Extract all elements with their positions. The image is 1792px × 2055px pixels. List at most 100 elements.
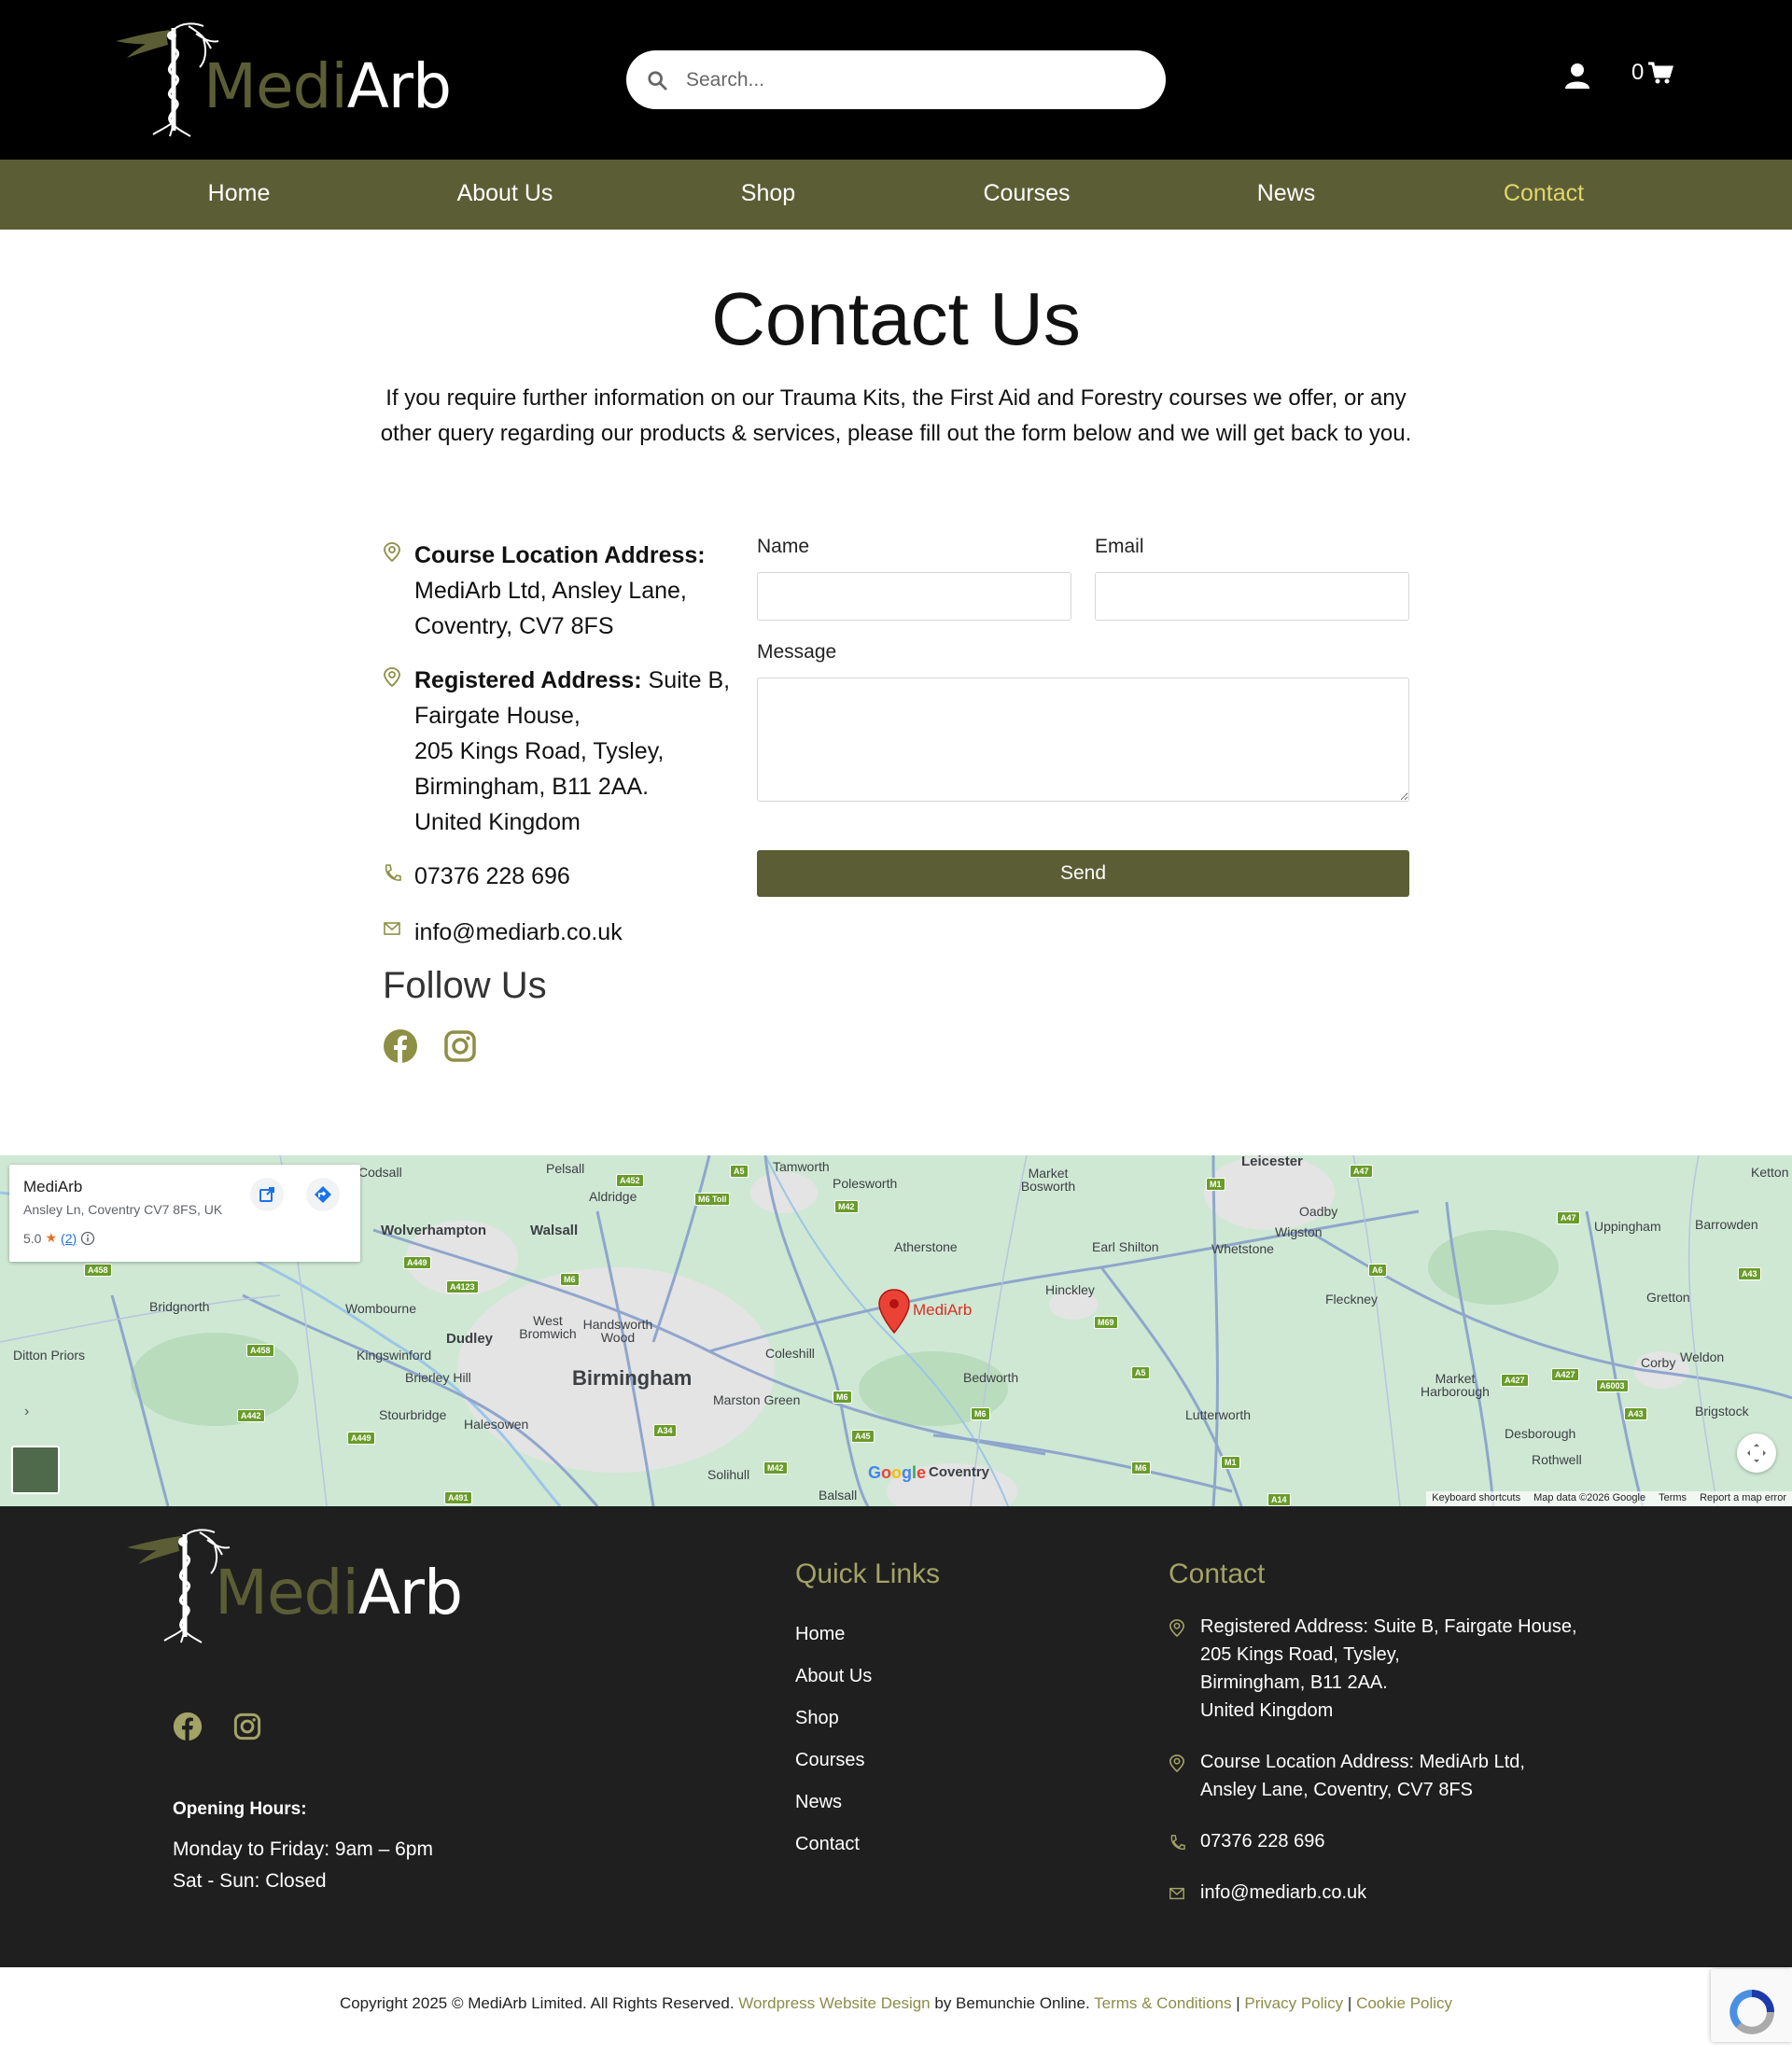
footer-registered-line: United Kingdom bbox=[1200, 1700, 1334, 1721]
google-letter: o bbox=[891, 1463, 903, 1482]
star-icon: ★ bbox=[45, 1230, 58, 1245]
directions-button[interactable] bbox=[306, 1178, 340, 1211]
footer-link-home[interactable]: Home bbox=[795, 1624, 845, 1645]
road-badge: M6 bbox=[560, 1273, 580, 1286]
registered-address: Registered Address: Suite B, Fairgate Ho… bbox=[383, 663, 737, 840]
cookie-policy-link[interactable]: Cookie Policy bbox=[1356, 1994, 1452, 2012]
road-badge: A6003 bbox=[1596, 1379, 1629, 1392]
map-label-desborough: Desborough bbox=[1505, 1426, 1576, 1441]
terms-link[interactable]: Terms bbox=[1659, 1492, 1687, 1505]
nav-news[interactable]: News bbox=[1257, 180, 1316, 207]
footer-email[interactable]: info@mediarb.co.uk bbox=[1169, 1879, 1598, 1907]
road-badge: A427 bbox=[1501, 1374, 1529, 1387]
road-badge: A47 bbox=[1350, 1165, 1373, 1178]
name-label: Name bbox=[757, 536, 810, 557]
report-error-link[interactable]: Report a map error bbox=[1700, 1492, 1786, 1505]
google-map[interactable]: Birmingham Coventry Leicester Wolverhamp… bbox=[0, 1155, 1792, 1506]
map-label-coleshill: Coleshill bbox=[765, 1346, 815, 1361]
footer-link-contact[interactable]: Contact bbox=[795, 1834, 860, 1855]
fullscreen-button[interactable] bbox=[1737, 1433, 1776, 1473]
facebook-icon[interactable] bbox=[173, 1712, 203, 1741]
satellite-toggle[interactable] bbox=[11, 1446, 60, 1494]
recaptcha-badge[interactable] bbox=[1711, 1969, 1792, 2042]
registered-address-label: Registered Address: bbox=[414, 667, 642, 693]
nav-courses[interactable]: Courses bbox=[983, 180, 1070, 207]
phone-text: 07376 228 696 bbox=[414, 863, 570, 889]
road-badge: M1 bbox=[1221, 1456, 1240, 1469]
google-letter: G bbox=[868, 1463, 882, 1482]
google-letter: e bbox=[917, 1463, 927, 1482]
phone-number[interactable]: 07376 228 696 bbox=[383, 859, 737, 894]
site-logo[interactable]: MediArb bbox=[114, 21, 452, 138]
intro-text: If you require further information on ou… bbox=[380, 385, 1412, 446]
map-label-brigstock: Brigstock bbox=[1695, 1404, 1749, 1419]
website-design-link[interactable]: Wordpress Website Design bbox=[738, 1994, 930, 2012]
cart-count: 0 bbox=[1631, 60, 1645, 85]
keyboard-shortcuts-link[interactable]: Keyboard shortcuts bbox=[1432, 1492, 1520, 1505]
email-address[interactable]: info@mediarb.co.uk bbox=[383, 915, 737, 950]
course-location-label: Course Location Address: bbox=[414, 542, 706, 568]
site-header: MediArb 0 bbox=[0, 0, 1792, 160]
terms-conditions-link[interactable]: Terms & Conditions bbox=[1094, 1994, 1231, 2012]
site-footer: MediArb Opening Hours: Monday to Friday:… bbox=[0, 1506, 1792, 1967]
separator: | bbox=[1343, 1994, 1357, 2012]
registered-address-line: Fairgate House, bbox=[414, 703, 581, 729]
footer-link-shop[interactable]: Shop bbox=[795, 1708, 839, 1729]
map-label-pelsall: Pelsall bbox=[546, 1161, 585, 1176]
open-in-maps-button[interactable] bbox=[250, 1178, 284, 1211]
privacy-policy-link[interactable]: Privacy Policy bbox=[1244, 1994, 1343, 2012]
fullscreen-arrows-icon bbox=[1747, 1444, 1766, 1462]
mail-icon bbox=[384, 922, 400, 935]
footer-course-address: Course Location Address: MediArb Ltd, An… bbox=[1169, 1748, 1598, 1804]
course-location-line: Coventry, CV7 8FS bbox=[414, 613, 614, 639]
phone-icon bbox=[385, 864, 401, 881]
map-marker-icon[interactable] bbox=[877, 1288, 911, 1335]
map-label-lutterworth: Lutterworth bbox=[1185, 1407, 1252, 1422]
nav-about-us[interactable]: About Us bbox=[457, 180, 553, 207]
message-field[interactable] bbox=[757, 678, 1409, 802]
instagram-icon[interactable] bbox=[442, 1028, 478, 1064]
road-badge: M6 Toll bbox=[694, 1193, 731, 1206]
map-label-uppingham: Uppingham bbox=[1594, 1219, 1661, 1234]
google-letter: o bbox=[881, 1463, 892, 1482]
expand-arrow-icon[interactable]: › bbox=[24, 1404, 29, 1420]
footer-link-news[interactable]: News bbox=[795, 1792, 842, 1813]
map-data-text: Map data ©2026 Google bbox=[1533, 1492, 1646, 1503]
phone-icon bbox=[1170, 1835, 1185, 1850]
place-address: Ansley Ln, Coventry CV7 8FS, UK bbox=[23, 1202, 223, 1217]
map-label-gretton: Gretton bbox=[1646, 1290, 1690, 1305]
location-pin-icon bbox=[1169, 1619, 1185, 1637]
user-account-icon[interactable] bbox=[1563, 62, 1591, 90]
location-pin-icon bbox=[384, 542, 400, 562]
road-badge: A34 bbox=[653, 1424, 677, 1437]
map-label-weldon: Weldon bbox=[1680, 1349, 1725, 1364]
name-field[interactable] bbox=[757, 572, 1071, 621]
nav-contact[interactable]: Contact bbox=[1504, 180, 1584, 207]
map-label-dudley: Dudley bbox=[446, 1331, 494, 1347]
send-button[interactable]: Send bbox=[757, 850, 1409, 897]
footer-link-courses[interactable]: Courses bbox=[795, 1750, 864, 1771]
review-count-link[interactable]: (2) bbox=[61, 1231, 77, 1246]
footer-link-about-us[interactable]: About Us bbox=[795, 1666, 872, 1687]
email-field[interactable] bbox=[1095, 572, 1409, 621]
map-label-walsall: Walsall bbox=[530, 1223, 579, 1238]
nav-shop[interactable]: Shop bbox=[741, 180, 795, 207]
follow-us-icons bbox=[383, 1028, 478, 1064]
logo-arb: Arb bbox=[346, 49, 452, 122]
search-input[interactable] bbox=[686, 68, 1134, 91]
facebook-icon[interactable] bbox=[383, 1028, 418, 1064]
footer-phone[interactable]: 07376 228 696 bbox=[1169, 1827, 1598, 1855]
road-badge: A458 bbox=[246, 1344, 274, 1357]
map-label-polesworth: Polesworth bbox=[833, 1176, 898, 1191]
nav-home[interactable]: Home bbox=[208, 180, 271, 207]
opening-hours-title: Opening Hours: bbox=[173, 1799, 307, 1819]
map-label-barrowden: Barrowden bbox=[1695, 1217, 1758, 1232]
info-icon[interactable] bbox=[80, 1231, 95, 1246]
instagram-icon[interactable] bbox=[232, 1712, 262, 1741]
cart-button[interactable]: 0 bbox=[1631, 60, 1674, 86]
map-label-wigston: Wigston bbox=[1275, 1224, 1323, 1239]
search-bar[interactable] bbox=[626, 50, 1166, 109]
shopping-cart-icon bbox=[1648, 62, 1674, 84]
road-badge: A442 bbox=[237, 1409, 265, 1422]
footer-logo[interactable]: MediArb bbox=[125, 1527, 463, 1644]
